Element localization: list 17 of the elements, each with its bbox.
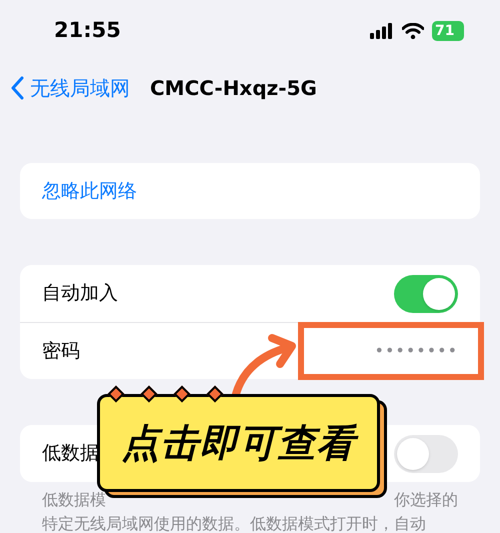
battery-indicator: 71 xyxy=(432,21,464,41)
setting-label: 密码 xyxy=(42,338,80,364)
footer-text: 你选择的 xyxy=(394,489,458,511)
network-title: CMCC-Hxqz-5G xyxy=(150,75,317,102)
toggle-switch[interactable] xyxy=(394,274,458,312)
toggle-switch[interactable] xyxy=(394,434,458,472)
status-time: 21:55 xyxy=(54,17,121,44)
back-button[interactable]: 无线局域网 xyxy=(10,73,130,103)
chevron-left-icon xyxy=(10,76,24,100)
password-value[interactable]: •••••••• xyxy=(374,339,458,363)
footer-text: 低数据模 xyxy=(42,489,106,511)
setting-label: 自动加入 xyxy=(42,281,118,306)
footer-text: 特定无线局域网使用的数据。低数据模式打开时，自动 xyxy=(42,513,427,533)
setting-label: 低数据 xyxy=(42,441,99,466)
forget-network-button[interactable]: 忽略此网络 xyxy=(20,163,480,219)
signal-icon xyxy=(370,23,394,39)
wifi-icon xyxy=(402,23,424,39)
